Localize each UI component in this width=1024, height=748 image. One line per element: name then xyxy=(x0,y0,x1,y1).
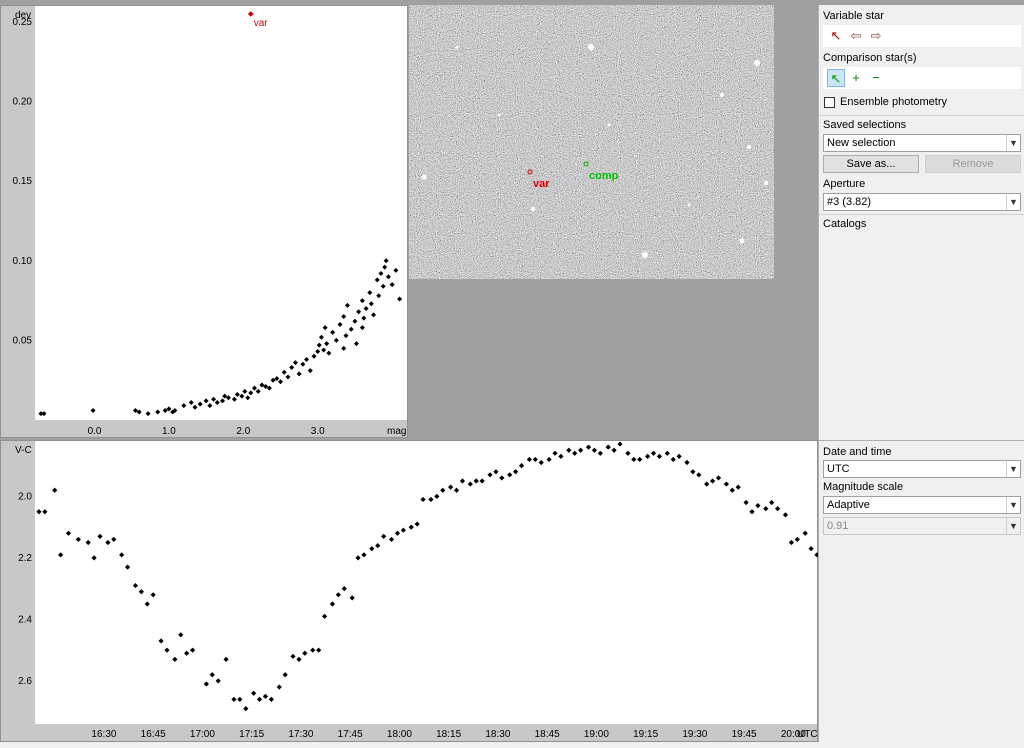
x-tick-label: 1.0 xyxy=(162,426,176,437)
x-tick-label: 17:15 xyxy=(239,729,264,740)
ensemble-photometry-label: Ensemble photometry xyxy=(840,96,947,108)
comparison-stars-label: Comparison star(s) xyxy=(823,52,917,64)
star xyxy=(764,181,768,185)
star xyxy=(607,123,611,127)
y-tick-label: 2.0 xyxy=(18,491,32,502)
dev-vs-mag-chart: dev mag 0.250.200.150.100.050.0 1.0 2.0 3.0… xyxy=(13,6,407,437)
x-tick-label: 17:30 xyxy=(288,729,313,740)
ensemble-photometry-checkbox[interactable] xyxy=(824,97,835,108)
light-curve-plot[interactable]: V-C UTC 2.0 2.2 2.4 2.6 16:30 16:45 17:00 17:15… xyxy=(0,440,820,742)
star xyxy=(720,93,724,97)
divider xyxy=(819,214,1024,215)
y-tick-label: 0.10 xyxy=(13,256,33,267)
star xyxy=(455,45,459,49)
aperture-label: Aperture xyxy=(823,178,866,190)
chevron-down-icon: ▼ xyxy=(1006,194,1020,210)
x-tick-label: 19:45 xyxy=(732,729,757,740)
y-axis-label: V-C xyxy=(15,445,32,456)
magnitude-scale-dropdown[interactable]: Adaptive ▼ xyxy=(823,496,1021,514)
x-tick-label: 17:45 xyxy=(338,729,363,740)
save-as-button[interactable]: Save as... xyxy=(823,155,919,173)
display-options-panel: Date and time UTC ▼ Magnitude scale Adap… xyxy=(818,440,1024,742)
remove-button[interactable]: Remove xyxy=(925,155,1021,173)
y-tick-label: 2.6 xyxy=(18,676,32,687)
catalogs-label[interactable]: Catalogs xyxy=(823,218,866,230)
star xyxy=(739,238,745,244)
y-tick-label: 0.15 xyxy=(13,176,33,187)
chevron-down-icon: ▼ xyxy=(1006,518,1020,534)
plot-area xyxy=(35,6,407,420)
image-view-area[interactable]: var comp xyxy=(409,5,817,438)
x-tick-label: 19:00 xyxy=(584,729,609,740)
star xyxy=(687,203,691,207)
star xyxy=(588,44,594,50)
star-field-image[interactable]: var comp xyxy=(409,5,774,279)
date-time-value: UTC xyxy=(827,463,850,475)
aperture-dropdown[interactable]: #3 (3.82) ▼ xyxy=(823,193,1021,211)
x-tick-label: 20:00 xyxy=(781,729,806,740)
select-variable-cursor-icon[interactable]: ↖ xyxy=(827,27,845,45)
x-axis-label: mag xyxy=(387,426,406,437)
saved-selections-dropdown[interactable]: New selection ▼ xyxy=(823,134,1021,152)
status-bar xyxy=(0,742,1024,748)
var-label: var xyxy=(533,178,550,190)
magnitude-scale-label: Magnitude scale xyxy=(823,481,904,493)
x-tick-label: 19:15 xyxy=(633,729,658,740)
y-tick-label: 0.05 xyxy=(13,335,33,346)
date-time-label: Date and time xyxy=(823,446,892,458)
selection-panel: Variable star ↖ ⇦ ⇨ Comparison star(s) ↖… xyxy=(818,5,1024,442)
divider xyxy=(819,115,1024,116)
comp-label: comp xyxy=(589,170,619,182)
x-tick-label: 16:30 xyxy=(91,729,116,740)
star xyxy=(497,113,501,117)
light-curve-chart: V-C UTC 2.02.22.42.616:30 16:45 17:00 17:15… xyxy=(15,441,820,740)
x-tick-label: 17:00 xyxy=(190,729,215,740)
saved-selections-value: New selection xyxy=(827,137,896,149)
x-tick-label: 19:30 xyxy=(682,729,707,740)
x-tick-label: 3.0 xyxy=(311,426,325,437)
magnitude-scale-value: Adaptive xyxy=(827,499,870,511)
star xyxy=(754,60,760,66)
x-tick-label: 2.0 xyxy=(236,426,250,437)
chevron-down-icon: ▼ xyxy=(1006,135,1020,151)
star xyxy=(642,252,648,258)
aperture-value: #3 (3.82) xyxy=(827,196,872,208)
arrow-left-icon[interactable]: ⇦ xyxy=(847,27,865,45)
x-tick-label: 16:45 xyxy=(141,729,166,740)
comparison-toolbar: ↖ + − xyxy=(823,67,1021,89)
variable-star-toolbar: ↖ ⇦ ⇨ xyxy=(823,25,1021,47)
y-tick-label: 0.25 xyxy=(13,17,33,28)
remove-comparison-icon[interactable]: − xyxy=(867,69,885,87)
dev-vs-mag-plot[interactable]: dev mag 0.25 0.20 0.15 0.10 0.05 0.0 1.0 2.0 3.0… xyxy=(0,5,408,438)
select-comparison-cursor-icon[interactable]: ↖ xyxy=(827,69,845,87)
arrow-right-icon[interactable]: ⇨ xyxy=(867,27,885,45)
star xyxy=(747,145,751,149)
x-tick-label: 18:30 xyxy=(485,729,510,740)
magnitude-scale-number-dropdown[interactable]: 0.91 ▼ xyxy=(823,517,1021,535)
y-tick-label: 2.4 xyxy=(18,614,32,625)
star xyxy=(531,207,535,211)
x-tick-label: 18:45 xyxy=(535,729,560,740)
x-tick-label: 18:00 xyxy=(387,729,412,740)
star xyxy=(421,174,427,180)
var-point-label: var xyxy=(254,18,269,29)
chevron-down-icon: ▼ xyxy=(1006,461,1020,477)
x-tick-label: 0.0 xyxy=(88,426,102,437)
magnitude-scale-number: 0.91 xyxy=(827,520,849,532)
saved-selections-label: Saved selections xyxy=(823,119,907,131)
variable-star-label: Variable star xyxy=(823,10,884,22)
y-tick-label: 2.2 xyxy=(18,553,32,564)
chevron-down-icon: ▼ xyxy=(1006,497,1020,513)
x-tick-label: 18:15 xyxy=(436,729,461,740)
plot-area xyxy=(35,441,817,724)
date-time-dropdown[interactable]: UTC ▼ xyxy=(823,460,1021,478)
add-comparison-icon[interactable]: + xyxy=(847,69,865,87)
y-tick-label: 0.20 xyxy=(13,97,33,108)
